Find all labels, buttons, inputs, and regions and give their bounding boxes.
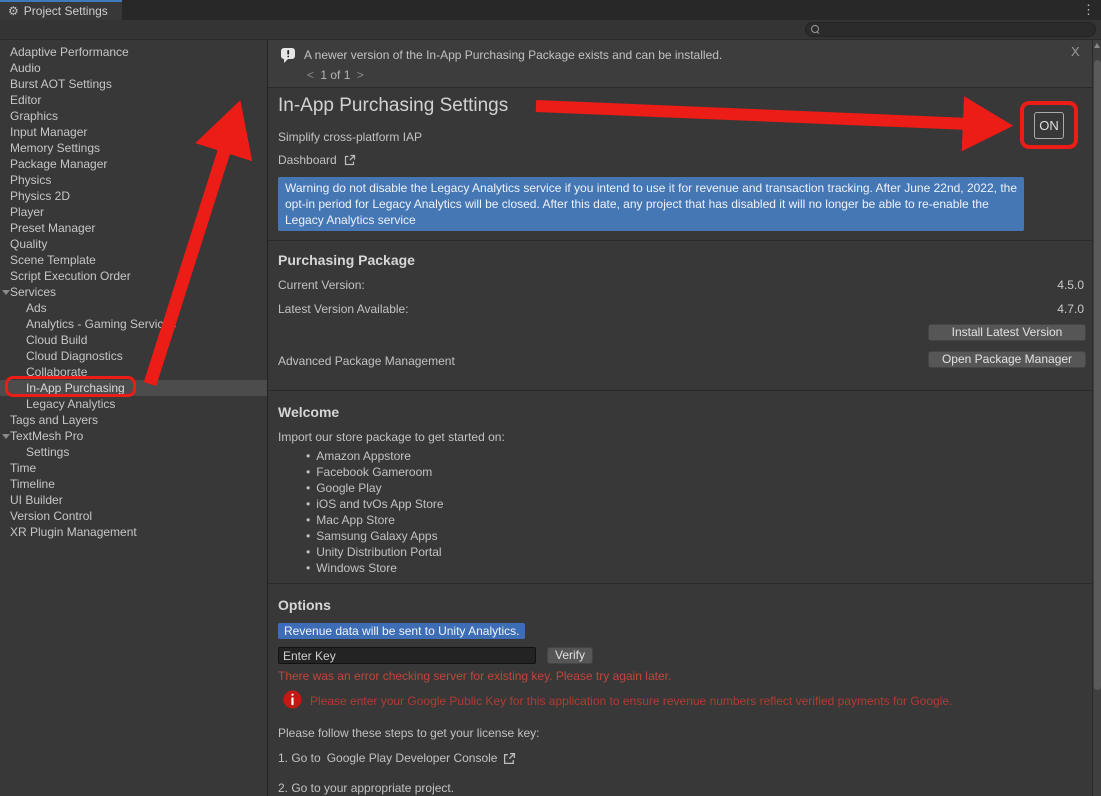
sidebar-item-version-control[interactable]: Version Control	[0, 508, 267, 524]
analytics-notice-badge: Revenue data will be sent to Unity Analy…	[278, 623, 525, 639]
settings-category-list: Adaptive Performance Audio Burst AOT Set…	[0, 40, 267, 796]
sidebar-item-ads[interactable]: Ads	[0, 300, 267, 316]
scrollbar-up-arrow-icon[interactable]	[1094, 43, 1100, 48]
sidebar-item-burst-aot-settings[interactable]: Burst AOT Settings	[0, 76, 267, 92]
banner-close-icon[interactable]: X	[1071, 44, 1080, 59]
verify-button[interactable]: Verify	[547, 647, 593, 664]
sidebar-item-scene-template[interactable]: Scene Template	[0, 252, 267, 268]
sidebar-item-in-app-purchasing[interactable]: In-App Purchasing	[0, 380, 267, 396]
section-divider	[268, 583, 1092, 584]
tab-title: Project Settings	[24, 4, 108, 18]
step-1-prefix: 1. Go to	[278, 751, 321, 765]
update-notification-banner: A newer version of the In-App Purchasing…	[268, 40, 1092, 88]
external-link-icon	[344, 154, 356, 166]
banner-pager: < 1 of 1 >	[304, 68, 367, 82]
section-divider	[268, 390, 1092, 391]
disclosure-triangle-icon[interactable]	[2, 290, 10, 295]
sidebar-item-editor[interactable]: Editor	[0, 92, 267, 108]
google-play-console-link[interactable]: Google Play Developer Console	[327, 751, 498, 765]
sidebar-item-player[interactable]: Player	[0, 204, 267, 220]
console-warning-icon	[280, 47, 297, 69]
page-title: In-App Purchasing Settings	[278, 95, 508, 117]
pager-next-icon[interactable]: >	[354, 68, 367, 82]
sidebar-item-textmesh-pro[interactable]: TextMesh Pro	[0, 428, 267, 444]
step-1: 1. Go to Google Play Developer Console	[278, 751, 516, 765]
external-link-icon[interactable]	[503, 752, 516, 765]
sidebar-item-memory-settings[interactable]: Memory Settings	[0, 140, 267, 156]
sidebar-item-quality[interactable]: Quality	[0, 236, 267, 252]
welcome-heading: Welcome	[278, 404, 339, 420]
license-key-input[interactable]	[278, 647, 536, 664]
sidebar-item-label: TextMesh Pro	[10, 429, 83, 443]
subtitle: Simplify cross-platform IAP	[278, 130, 422, 144]
key-check-error-text: There was an error checking server for e…	[278, 669, 671, 683]
legacy-analytics-warning: Warning do not disable the Legacy Analyt…	[278, 177, 1024, 231]
tab-bar: ⚙ Project Settings ⋮	[0, 0, 1101, 20]
sidebar-item-preset-manager[interactable]: Preset Manager	[0, 220, 267, 236]
scrollbar-thumb[interactable]	[1094, 60, 1101, 690]
sidebar-item-physics-2d[interactable]: Physics 2D	[0, 188, 267, 204]
current-version-value: 4.5.0	[1057, 278, 1084, 292]
store-list-item: Google Play	[306, 480, 444, 496]
sidebar-item-ui-builder[interactable]: UI Builder	[0, 492, 267, 508]
options-heading: Options	[278, 597, 331, 613]
search-input[interactable]	[805, 22, 1096, 37]
advanced-package-management-label: Advanced Package Management	[278, 354, 455, 368]
purchasing-package-heading: Purchasing Package	[278, 252, 415, 268]
store-list-item: Amazon Appstore	[306, 448, 444, 464]
sidebar-item-adaptive-performance[interactable]: Adaptive Performance	[0, 44, 267, 60]
vertical-scrollbar[interactable]	[1092, 40, 1101, 796]
sidebar-item-physics[interactable]: Physics	[0, 172, 267, 188]
sidebar-item-services[interactable]: Services	[0, 284, 267, 300]
sidebar-item-script-execution-order[interactable]: Script Execution Order	[0, 268, 267, 284]
project-settings-window: ⚙ Project Settings ⋮ Adaptive Performanc…	[0, 0, 1101, 796]
sidebar-item-graphics[interactable]: Graphics	[0, 108, 267, 124]
sidebar-item-cloud-diagnostics[interactable]: Cloud Diagnostics	[0, 348, 267, 364]
sidebar-item-cloud-build[interactable]: Cloud Build	[0, 332, 267, 348]
open-package-manager-button[interactable]: Open Package Manager	[928, 351, 1086, 368]
store-list-item: iOS and tvOs App Store	[306, 496, 444, 512]
tab-project-settings[interactable]: ⚙ Project Settings	[0, 0, 122, 20]
store-list-item: Facebook Gameroom	[306, 464, 444, 480]
store-list: Amazon Appstore Facebook Gameroom Google…	[306, 448, 444, 576]
sidebar-item-analytics-gaming-services[interactable]: Analytics - Gaming Services	[0, 316, 267, 332]
sidebar-item-textmesh-settings[interactable]: Settings	[0, 444, 267, 460]
sidebar-item-tags-and-layers[interactable]: Tags and Layers	[0, 412, 267, 428]
latest-version-label: Latest Version Available:	[278, 302, 409, 316]
banner-message: A newer version of the In-App Purchasing…	[304, 48, 722, 62]
google-public-key-notice: Please enter your Google Public Key for …	[310, 694, 1070, 708]
welcome-intro: Import our store package to get started …	[278, 430, 505, 444]
kebab-menu-icon[interactable]: ⋮	[1082, 1, 1095, 19]
store-list-item: Windows Store	[306, 560, 444, 576]
install-latest-version-button[interactable]: Install Latest Version	[928, 324, 1086, 341]
pager-count: 1 of 1	[320, 68, 350, 82]
sidebar-item-label: Services	[10, 285, 56, 299]
sidebar-item-input-manager[interactable]: Input Manager	[0, 124, 267, 140]
in-app-purchasing-panel: A newer version of the In-App Purchasing…	[268, 40, 1092, 796]
sidebar-item-audio[interactable]: Audio	[0, 60, 267, 76]
search-icon	[811, 25, 820, 34]
sidebar-item-collaborate[interactable]: Collaborate	[0, 364, 267, 380]
gear-icon: ⚙	[8, 5, 19, 17]
dashboard-link[interactable]: Dashboard	[278, 153, 356, 167]
section-divider	[268, 240, 1092, 241]
sidebar-item-timeline[interactable]: Timeline	[0, 476, 267, 492]
sidebar-item-xr-plugin-management[interactable]: XR Plugin Management	[0, 524, 267, 540]
step-2: 2. Go to your appropriate project.	[278, 781, 454, 795]
sidebar-item-package-manager[interactable]: Package Manager	[0, 156, 267, 172]
store-list-item: Unity Distribution Portal	[306, 544, 444, 560]
toolbar	[0, 20, 1101, 40]
steps-intro: Please follow these steps to get your li…	[278, 726, 539, 740]
store-list-item: Samsung Galaxy Apps	[306, 528, 444, 544]
pager-prev-icon[interactable]: <	[304, 68, 317, 82]
store-list-item: Mac App Store	[306, 512, 444, 528]
disclosure-triangle-icon[interactable]	[2, 434, 10, 439]
current-version-label: Current Version:	[278, 278, 365, 292]
dashboard-label: Dashboard	[278, 153, 337, 167]
latest-version-value: 4.7.0	[1057, 302, 1084, 316]
service-toggle-on-button[interactable]: ON	[1034, 112, 1064, 139]
error-info-icon	[283, 690, 302, 714]
sidebar-item-legacy-analytics[interactable]: Legacy Analytics	[0, 396, 267, 412]
sidebar-item-time[interactable]: Time	[0, 460, 267, 476]
